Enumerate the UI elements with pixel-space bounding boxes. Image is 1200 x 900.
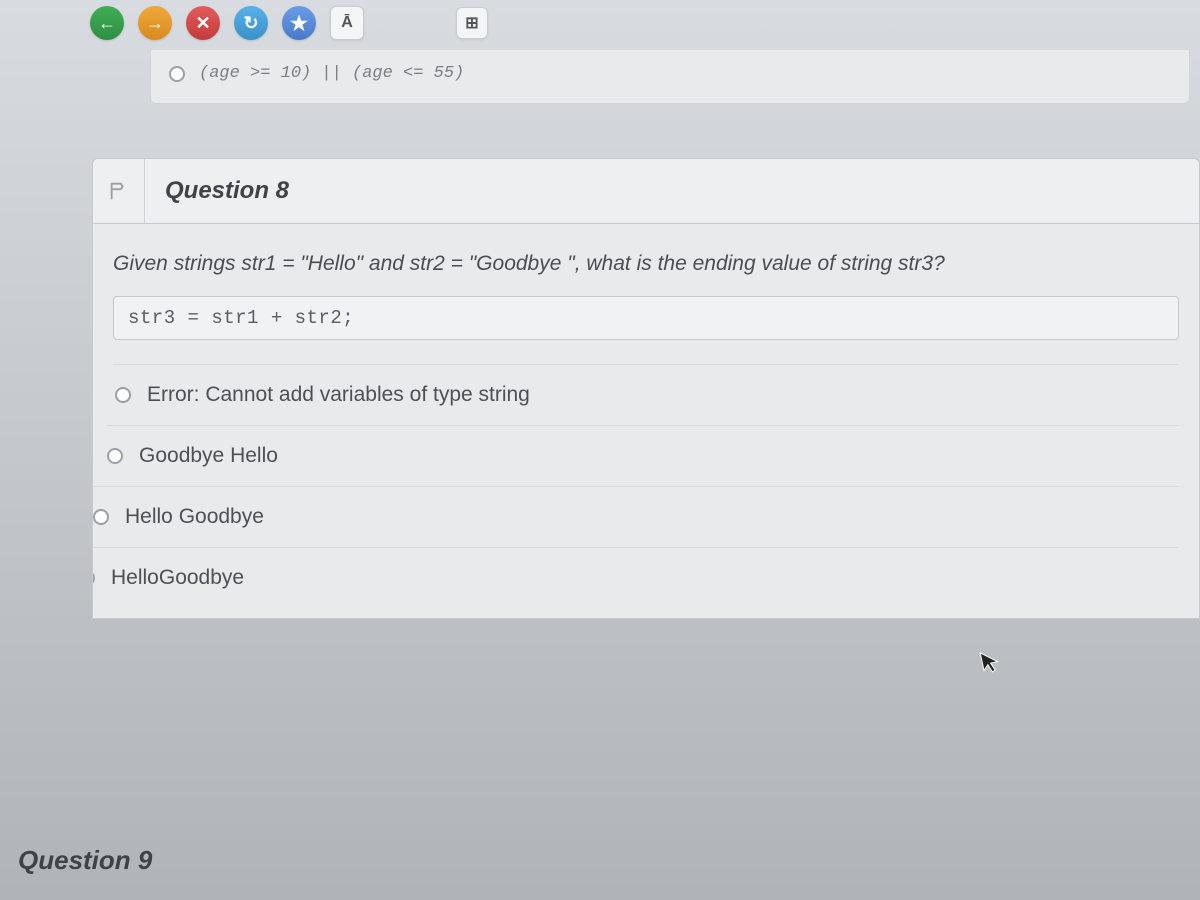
answer-text: Hello Goodbye [125,505,264,529]
question-header: Question 8 [93,159,1199,224]
flag-icon[interactable] [93,159,145,223]
refresh-icon[interactable]: ↻ [234,6,268,40]
question-body: Given strings str1 = "Hello" and str2 = … [93,224,1199,618]
radio-unselected-icon[interactable] [93,509,109,525]
grid-view-icon[interactable]: ⊞ [456,7,488,39]
browser-toolbar: ← → ✕ ↻ ★ Ā ⊞ [0,0,1200,42]
forward-icon[interactable]: → [138,6,172,40]
code-snippet: str3 = str1 + str2; [113,296,1179,340]
answer-option[interactable]: Error: Cannot add variables of type stri… [113,364,1179,425]
answer-option[interactable]: Goodbye Hello [107,425,1179,486]
answer-list: Error: Cannot add variables of type stri… [113,364,1179,608]
close-icon[interactable]: ✕ [186,6,220,40]
answer-text: Goodbye Hello [139,444,278,468]
previous-option-text: (age >= 10) || (age <= 55) [199,64,464,83]
radio-unselected-icon[interactable] [92,570,95,586]
radio-unselected-icon[interactable] [107,448,123,464]
bookmark-icon[interactable]: ★ [282,6,316,40]
back-icon[interactable]: ← [90,6,124,40]
question-9-title: Question 9 [0,823,178,876]
answer-text: HelloGoodbye [111,566,244,590]
answer-option[interactable]: Hello Goodbye [93,486,1179,547]
answer-option[interactable]: HelloGoodbye [92,547,1179,608]
question-title: Question 8 [145,159,309,223]
question-8-card: Question 8 Given strings str1 = "Hello" … [92,158,1200,619]
radio-unselected-icon[interactable] [169,66,185,82]
radio-unselected-icon[interactable] [115,387,131,403]
font-size-button[interactable]: Ā [330,6,364,40]
previous-question-option[interactable]: (age >= 10) || (age <= 55) [150,50,1190,104]
mouse-cursor-icon [979,648,1003,681]
question-prompt: Given strings str1 = "Hello" and str2 = … [113,250,1179,278]
answer-text: Error: Cannot add variables of type stri… [147,383,530,407]
